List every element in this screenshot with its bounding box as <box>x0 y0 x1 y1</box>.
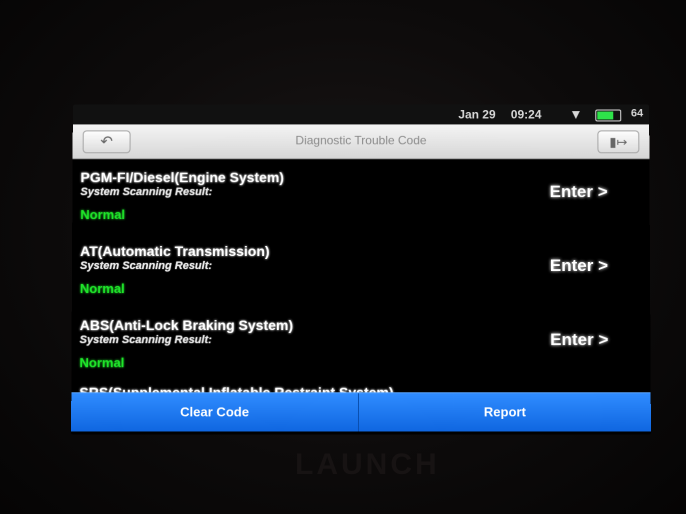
battery-icon <box>595 110 621 122</box>
page-title: Diagnostic Trouble Code <box>73 133 650 147</box>
report-button[interactable]: Report <box>359 393 651 431</box>
list-item[interactable]: ABS(Anti-Lock Braking System) System Sca… <box>71 308 650 382</box>
system-name: ABS(Anti-Lock Braking System) <box>80 317 293 333</box>
scan-result-label: System Scanning Result: <box>80 260 212 272</box>
list-item[interactable]: PGM-FI/Diesel(Engine System) System Scan… <box>72 160 650 234</box>
battery-percent: 64 <box>631 108 643 120</box>
status-bar: Jan 29 09:24 ▾ 64 <box>73 105 649 125</box>
exit-button[interactable]: ▮↦ <box>597 130 639 153</box>
action-bar: Clear Code Report <box>71 392 651 431</box>
device-screen: Jan 29 09:24 ▾ 64 ↶ Diagnostic Trouble C… <box>71 105 651 435</box>
enter-button[interactable]: Enter > <box>550 256 608 276</box>
scan-result-value: Normal <box>80 207 125 222</box>
scan-result-value: Normal <box>79 355 124 370</box>
scan-result-value: Normal <box>80 281 125 296</box>
enter-button[interactable]: Enter > <box>550 182 608 202</box>
system-name: PGM-FI/Diesel(Engine System) <box>80 169 284 185</box>
brand-logo: LAUNCH <box>295 448 440 482</box>
system-list: PGM-FI/Diesel(Engine System) System Scan… <box>71 160 650 394</box>
scan-result-label: System Scanning Result: <box>80 186 212 198</box>
title-bar: ↶ Diagnostic Trouble Code ▮↦ <box>73 124 650 159</box>
exit-icon: ▮↦ <box>609 134 627 149</box>
scan-result-label: System Scanning Result: <box>80 334 212 346</box>
enter-button[interactable]: Enter > <box>550 330 608 350</box>
wifi-icon: ▾ <box>572 106 579 123</box>
status-date: Jan 29 <box>458 108 495 122</box>
clear-code-button[interactable]: Clear Code <box>71 393 359 431</box>
status-time: 09:24 <box>511 108 542 122</box>
list-item[interactable]: AT(Automatic Transmission) System Scanni… <box>72 234 650 308</box>
system-name: AT(Automatic Transmission) <box>80 243 270 259</box>
